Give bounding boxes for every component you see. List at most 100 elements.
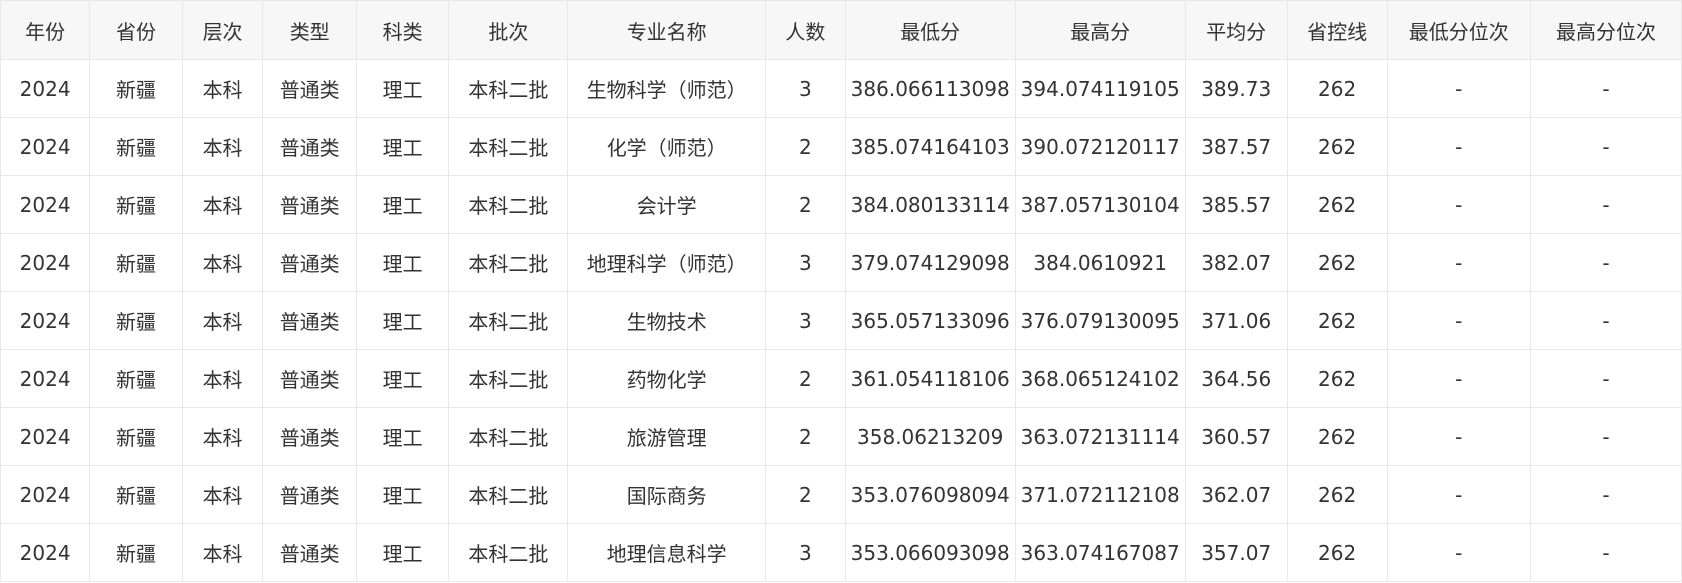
cell-max-score: 371.072112108 bbox=[1014, 465, 1186, 524]
cell-year: 2024 bbox=[0, 407, 91, 466]
cell-province: 新疆 bbox=[89, 465, 183, 524]
cell-major-name: 国际商务 bbox=[567, 465, 766, 524]
header-year: 年份 bbox=[0, 0, 91, 60]
cell-control-line: 262 bbox=[1286, 291, 1388, 350]
cell-year: 2024 bbox=[0, 59, 91, 118]
cell-subject-category: 理工 bbox=[355, 349, 450, 408]
table-row: 2024 新疆 本科 普通类 理工 本科二批 药物化学 2 361.054118106 368.0… bbox=[0, 349, 1682, 408]
cell-min-rank: - bbox=[1386, 465, 1532, 524]
cell-max-rank: - bbox=[1530, 117, 1682, 176]
cell-enrollment-count: 2 bbox=[765, 117, 846, 176]
cell-batch: 本科二批 bbox=[448, 233, 569, 292]
table-body: 2024 新疆 本科 普通类 理工 本科二批 生物科学（师范） 3 386.066113098 3… bbox=[0, 59, 1682, 582]
cell-province: 新疆 bbox=[89, 349, 183, 408]
cell-major-name: 地理科学（师范） bbox=[567, 233, 766, 292]
cell-type: 普通类 bbox=[262, 117, 357, 176]
cell-level: 本科 bbox=[181, 59, 264, 118]
cell-type: 普通类 bbox=[262, 349, 357, 408]
cell-subject-category: 理工 bbox=[355, 175, 450, 234]
cell-subject-category: 理工 bbox=[355, 523, 450, 582]
header-batch: 批次 bbox=[448, 0, 569, 60]
table-row: 2024 新疆 本科 普通类 理工 本科二批 国际商务 2 353.076098094 371.0… bbox=[0, 465, 1682, 524]
cell-batch: 本科二批 bbox=[448, 523, 569, 582]
cell-min-score: 385.074164103 bbox=[844, 117, 1016, 176]
cell-max-score: 363.072131114 bbox=[1014, 407, 1186, 466]
cell-year: 2024 bbox=[0, 523, 91, 582]
cell-max-score: 390.072120117 bbox=[1014, 117, 1186, 176]
cell-enrollment-count: 3 bbox=[765, 59, 846, 118]
cell-type: 普通类 bbox=[262, 59, 357, 118]
cell-min-score: 361.054118106 bbox=[844, 349, 1016, 408]
cell-enrollment-count: 2 bbox=[765, 349, 846, 408]
cell-province: 新疆 bbox=[89, 523, 183, 582]
cell-subject-category: 理工 bbox=[355, 291, 450, 350]
cell-control-line: 262 bbox=[1286, 523, 1388, 582]
cell-batch: 本科二批 bbox=[448, 175, 569, 234]
cell-province: 新疆 bbox=[89, 59, 183, 118]
cell-min-rank: - bbox=[1386, 59, 1532, 118]
cell-min-score: 358.06213209 bbox=[844, 407, 1016, 466]
cell-avg-score: 385.57 bbox=[1184, 175, 1288, 234]
cell-min-score: 353.076098094 bbox=[844, 465, 1016, 524]
cell-major-name: 生物技术 bbox=[567, 291, 766, 350]
table-row: 2024 新疆 本科 普通类 理工 本科二批 地理信息科学 3 353.066093098 363… bbox=[0, 523, 1682, 582]
cell-control-line: 262 bbox=[1286, 407, 1388, 466]
header-subject-category: 科类 bbox=[355, 0, 450, 60]
cell-enrollment-count: 3 bbox=[765, 233, 846, 292]
cell-year: 2024 bbox=[0, 233, 91, 292]
cell-enrollment-count: 3 bbox=[765, 291, 846, 350]
cell-subject-category: 理工 bbox=[355, 59, 450, 118]
cell-enrollment-count: 3 bbox=[765, 523, 846, 582]
header-major-name: 专业名称 bbox=[567, 0, 766, 60]
table-row: 2024 新疆 本科 普通类 理工 本科二批 旅游管理 2 358.06213209 363.07… bbox=[0, 407, 1682, 466]
cell-control-line: 262 bbox=[1286, 59, 1388, 118]
cell-min-score: 365.057133096 bbox=[844, 291, 1016, 350]
cell-avg-score: 382.07 bbox=[1184, 233, 1288, 292]
table-row: 2024 新疆 本科 普通类 理工 本科二批 化学（师范） 2 385.074164103 390… bbox=[0, 117, 1682, 176]
cell-major-name: 会计学 bbox=[567, 175, 766, 234]
cell-min-rank: - bbox=[1386, 407, 1532, 466]
cell-min-score: 386.066113098 bbox=[844, 59, 1016, 118]
cell-max-score: 376.079130095 bbox=[1014, 291, 1186, 350]
cell-level: 本科 bbox=[181, 233, 264, 292]
cell-subject-category: 理工 bbox=[355, 117, 450, 176]
header-province: 省份 bbox=[89, 0, 183, 60]
cell-avg-score: 362.07 bbox=[1184, 465, 1288, 524]
cell-max-rank: - bbox=[1530, 465, 1682, 524]
cell-year: 2024 bbox=[0, 349, 91, 408]
cell-level: 本科 bbox=[181, 117, 264, 176]
header-control-line: 省控线 bbox=[1286, 0, 1388, 60]
cell-control-line: 262 bbox=[1286, 175, 1388, 234]
cell-control-line: 262 bbox=[1286, 117, 1388, 176]
cell-type: 普通类 bbox=[262, 175, 357, 234]
cell-min-rank: - bbox=[1386, 117, 1532, 176]
cell-avg-score: 389.73 bbox=[1184, 59, 1288, 118]
cell-control-line: 262 bbox=[1286, 465, 1388, 524]
cell-province: 新疆 bbox=[89, 175, 183, 234]
cell-min-score: 353.066093098 bbox=[844, 523, 1016, 582]
cell-batch: 本科二批 bbox=[448, 465, 569, 524]
cell-level: 本科 bbox=[181, 523, 264, 582]
cell-max-rank: - bbox=[1530, 349, 1682, 408]
cell-type: 普通类 bbox=[262, 465, 357, 524]
cell-avg-score: 357.07 bbox=[1184, 523, 1288, 582]
cell-province: 新疆 bbox=[89, 117, 183, 176]
cell-min-score: 379.074129098 bbox=[844, 233, 1016, 292]
cell-batch: 本科二批 bbox=[448, 349, 569, 408]
cell-province: 新疆 bbox=[89, 407, 183, 466]
table-row: 2024 新疆 本科 普通类 理工 本科二批 地理科学（师范） 3 379.074129098 3… bbox=[0, 233, 1682, 292]
table-row: 2024 新疆 本科 普通类 理工 本科二批 生物科学（师范） 3 386.066113098 3… bbox=[0, 59, 1682, 118]
cell-max-score: 394.074119105 bbox=[1014, 59, 1186, 118]
cell-max-score: 384.0610921 bbox=[1014, 233, 1186, 292]
header-min-score: 最低分 bbox=[844, 0, 1016, 60]
table-header-row: 年份 省份 层次 类型 科类 批次 专业名称 人数 最低分 最高分 平均分 省控… bbox=[0, 0, 1682, 60]
cell-year: 2024 bbox=[0, 175, 91, 234]
header-type: 类型 bbox=[262, 0, 357, 60]
header-avg-score: 平均分 bbox=[1184, 0, 1288, 60]
header-max-score: 最高分 bbox=[1014, 0, 1186, 60]
cell-major-name: 生物科学（师范） bbox=[567, 59, 766, 118]
cell-min-rank: - bbox=[1386, 233, 1532, 292]
header-enrollment-count: 人数 bbox=[765, 0, 846, 60]
cell-max-score: 363.074167087 bbox=[1014, 523, 1186, 582]
cell-min-rank: - bbox=[1386, 349, 1532, 408]
